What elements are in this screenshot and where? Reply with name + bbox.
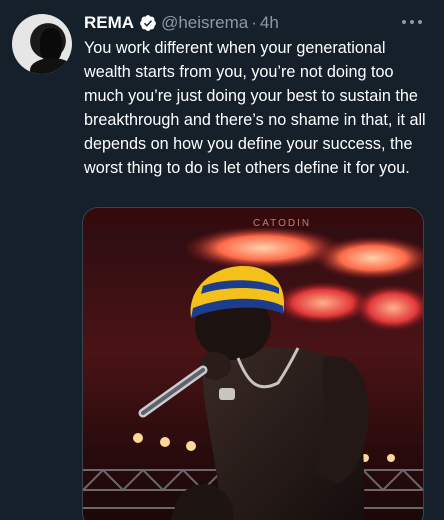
more-dot	[410, 20, 414, 24]
avatar[interactable]	[12, 14, 72, 74]
more-options-icon[interactable]	[402, 14, 422, 30]
tweet-header: REMA @heisrema · 4h	[84, 12, 279, 34]
banner-text: CATODIN	[253, 218, 311, 229]
tweet-media[interactable]: CATODIN	[82, 207, 424, 520]
separator-dot: ·	[251, 13, 257, 32]
author-name[interactable]: REMA	[84, 13, 134, 33]
avatar-shoulder	[30, 58, 72, 74]
avatar-face	[40, 28, 62, 62]
tweet-text: You work different when your generationa…	[84, 39, 426, 177]
author-handle[interactable]: @heisrema	[161, 13, 248, 33]
timestamp[interactable]: 4h	[260, 13, 279, 33]
more-dot	[402, 20, 406, 24]
concert-photo: CATODIN	[83, 208, 423, 520]
verified-badge-icon	[140, 15, 156, 31]
tweet[interactable]: REMA @heisrema · 4h You work different w…	[0, 0, 444, 520]
more-dot	[418, 20, 422, 24]
